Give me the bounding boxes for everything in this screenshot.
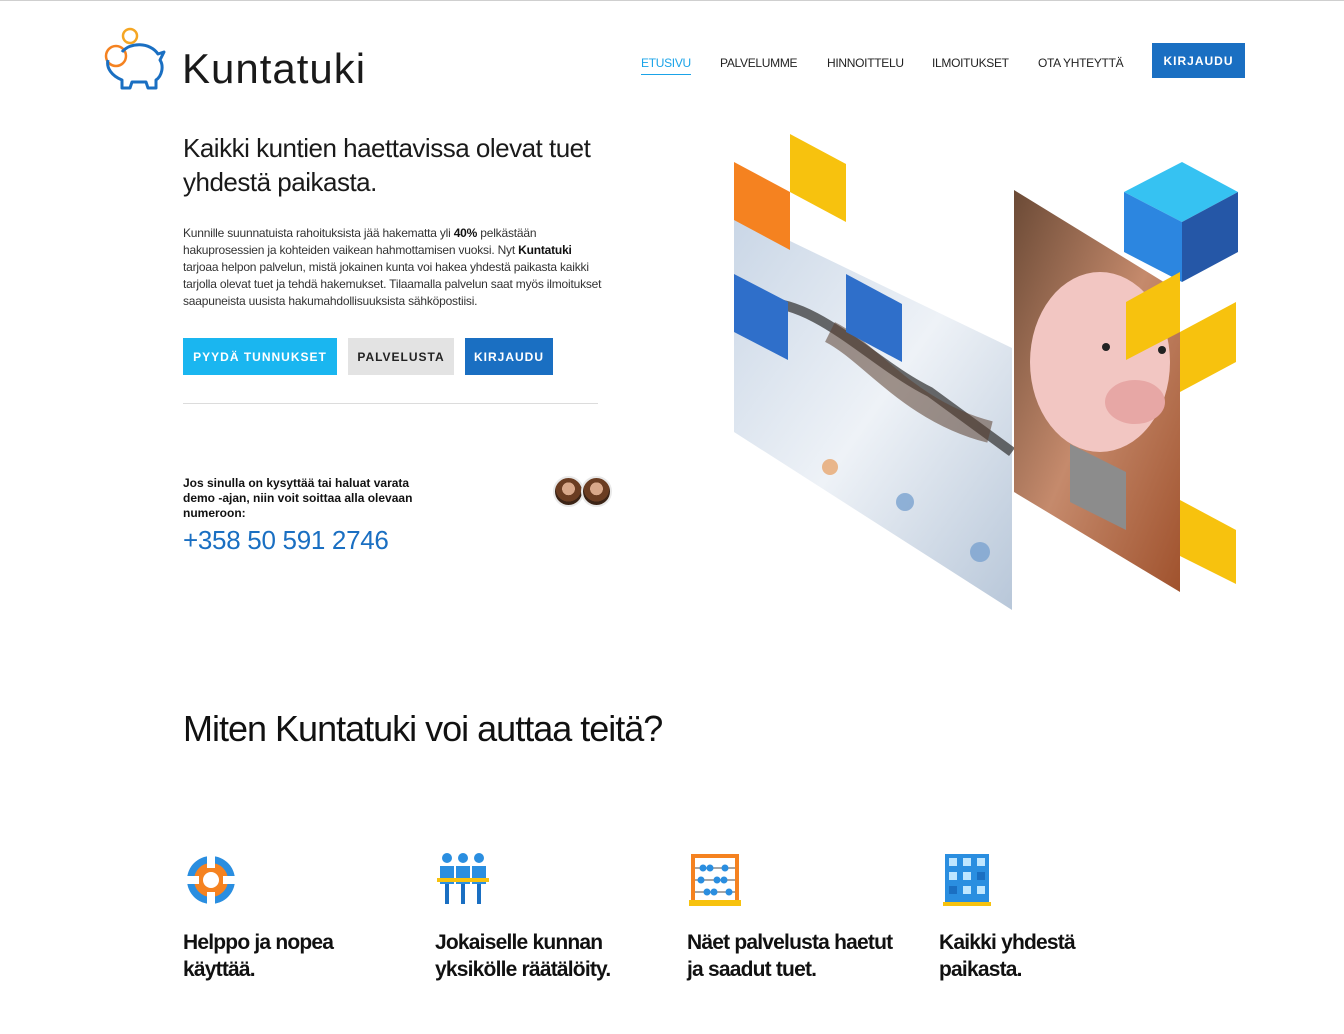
nav-item-ota-yhteytta[interactable]: OTA YHTEYTTÄ <box>1038 54 1124 72</box>
building-icon <box>943 854 991 906</box>
about-service-button[interactable]: PALVELUSTA <box>348 338 454 375</box>
lifebuoy-icon <box>187 856 235 904</box>
avatar <box>553 476 584 507</box>
avatar <box>581 476 612 507</box>
hero-image-collage <box>734 134 1238 610</box>
top-border <box>0 0 1344 1</box>
phone-number-link[interactable]: +358 50 591 2746 <box>183 525 389 556</box>
section-title: Miten Kuntatuki voi auttaa teitä? <box>183 708 663 749</box>
feature-title: Kaikki yhdestä paikasta. <box>939 931 1076 981</box>
nav-item-etusivu[interactable]: ETUSIVU <box>641 54 691 75</box>
feature-card: Näet palvelusta haetut ja saadut tuet. <box>687 850 907 983</box>
feature-title: Helppo ja nopea käyttää. <box>183 931 334 981</box>
hero-login-button[interactable]: KIRJAUDU <box>465 338 553 375</box>
header-login-button[interactable]: KIRJAUDU <box>1152 43 1245 78</box>
feature-card: Helppo ja nopea käyttää. <box>183 850 403 983</box>
contact-text: Jos sinulla on kysyttää tai haluat varat… <box>183 476 413 520</box>
site-logo[interactable]: Kuntatuki <box>100 24 390 110</box>
feature-title: Jokaiselle kunnan yksikölle räätälöity. <box>435 931 611 981</box>
nav-item-palvelumme[interactable]: PALVELUMME <box>720 54 798 72</box>
hero-divider <box>183 403 598 404</box>
piggy-bank-logo-icon <box>104 27 166 90</box>
feature-card: Jokaiselle kunnan yksikölle räätälöity. <box>435 850 655 983</box>
team-icon <box>437 853 489 904</box>
nav-item-label: ETUSIVU <box>641 56 691 75</box>
nav-item-ilmoitukset[interactable]: ILMOITUKSET <box>932 54 1009 72</box>
contact-avatars <box>553 476 613 508</box>
nav-item-label: ILMOITUKSET <box>932 56 1009 70</box>
nav-item-label: PALVELUMME <box>720 56 798 70</box>
abacus-icon <box>689 854 741 906</box>
nav-item-label: HINNOITTELU <box>827 56 904 70</box>
nav-item-label: OTA YHTEYTTÄ <box>1038 56 1124 70</box>
feature-card: Kaikki yhdestä paikasta. <box>939 850 1159 983</box>
brand-name: Kuntatuki <box>182 45 367 92</box>
hero-description: Kunnille suunnatuista rahoituksista jää … <box>183 226 602 308</box>
feature-title: Näet palvelusta haetut ja saadut tuet. <box>687 931 893 981</box>
nav-item-hinnoittelu[interactable]: HINNOITTELU <box>827 54 904 72</box>
request-credentials-button[interactable]: PYYDÄ TUNNUKSET <box>183 338 337 375</box>
hero-title: Kaikki kuntien haettavissa olevat tuet y… <box>183 133 591 197</box>
